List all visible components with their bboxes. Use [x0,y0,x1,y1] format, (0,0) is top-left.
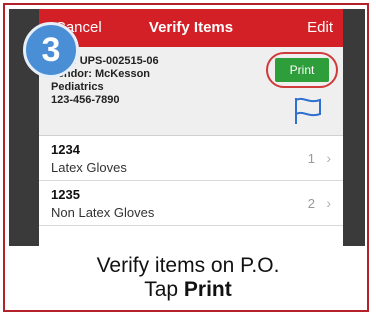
list-item[interactable]: 1234 Latex Gloves 1 › [39,136,343,181]
po-header: PO#: UPS-002515-06 Vendor: McKesson Pedi… [39,47,343,136]
po-department: Pediatrics [51,81,104,93]
caption-bold: Print [183,278,232,301]
item-quantity: 2 [307,196,315,211]
caption-line-1: Verify items on P.O. [96,254,280,277]
item-code: 1234 [51,142,80,157]
app-screen: Cancel Verify Items Edit PO#: UPS-002515… [39,9,343,246]
navigation-bar: Cancel Verify Items Edit [39,9,343,47]
flag-icon[interactable] [293,96,323,126]
list-item[interactable]: 1235 Non Latex Gloves 2 › [39,181,343,226]
item-quantity: 1 [307,151,315,166]
item-code: 1235 [51,187,80,202]
chevron-right-icon: › [326,195,331,211]
print-button[interactable]: Print [275,58,329,82]
page-title: Verify Items [148,19,234,36]
caption-prefix: Tap [144,278,184,301]
chevron-right-icon: › [326,150,331,166]
device-bezel-right [343,9,365,246]
caption-line-2: Tap Print [0,278,376,302]
item-name: Non Latex Gloves [51,205,155,220]
edit-button[interactable]: Edit [307,19,333,36]
phone-screenshot: Cancel Verify Items Edit PO#: UPS-002515… [9,9,365,246]
po-phone: 123-456-7890 [51,94,120,106]
item-name: Latex Gloves [51,160,127,175]
step-number-badge: 3 [23,22,79,78]
